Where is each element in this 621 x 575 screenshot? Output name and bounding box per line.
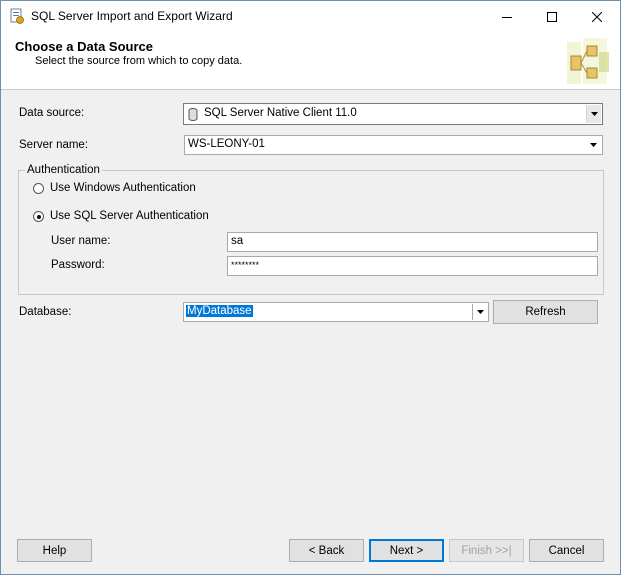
database-label: Database: <box>19 306 72 318</box>
database-value: MyDatabase <box>186 305 253 317</box>
chevron-down-icon <box>476 310 484 314</box>
minimize-icon <box>501 16 512 18</box>
wizard-app-icon <box>10 8 24 24</box>
data-source-value: SQL Server Native Client 11.0 <box>204 107 357 119</box>
password-input[interactable]: ******** <box>227 256 598 276</box>
password-value: ******** <box>231 260 260 270</box>
windows-auth-label[interactable]: Use Windows Authentication <box>50 182 196 194</box>
maximize-button[interactable] <box>529 1 574 32</box>
maximize-icon <box>546 11 557 22</box>
user-name-input[interactable]: sa <box>227 232 598 252</box>
database-icon <box>188 108 198 121</box>
data-source-dropdown-arrow[interactable] <box>586 105 601 123</box>
sql-auth-radio[interactable] <box>33 211 44 222</box>
wizard-banner-icon <box>567 38 609 84</box>
database-combobox[interactable]: MyDatabase <box>183 302 489 322</box>
authentication-group-title: Authentication <box>25 164 102 176</box>
window-title: SQL Server Import and Export Wizard <box>31 9 233 23</box>
title-bar[interactable]: SQL Server Import and Export Wizard <box>1 1 620 32</box>
database-dropdown-arrow[interactable] <box>472 304 487 320</box>
data-source-dropdown[interactable]: SQL Server Native Client 11.0 <box>183 103 603 125</box>
server-name-label: Server name: <box>19 139 89 151</box>
page-subtitle: Select the source from which to copy dat… <box>35 55 243 67</box>
minimize-button[interactable] <box>484 1 529 32</box>
page-title: Choose a Data Source <box>15 39 153 54</box>
close-button[interactable] <box>574 1 619 32</box>
radio-selected-dot <box>36 214 41 219</box>
wizard-header: Choose a Data Source Select the source f… <box>1 32 620 90</box>
chevron-down-icon <box>590 112 598 116</box>
server-name-combobox[interactable]: WS-LEONY-01 <box>184 135 603 155</box>
finish-button[interactable]: Finish >>| <box>449 539 524 562</box>
user-name-label: User name: <box>51 235 111 247</box>
sql-auth-label[interactable]: Use SQL Server Authentication <box>50 210 209 222</box>
server-name-dropdown-arrow[interactable] <box>586 137 601 153</box>
help-button[interactable]: Help <box>17 539 92 562</box>
password-label: Password: <box>51 259 105 271</box>
next-button[interactable]: Next > <box>369 539 444 562</box>
user-name-value: sa <box>231 235 244 247</box>
back-button[interactable]: < Back <box>289 539 364 562</box>
server-name-value: WS-LEONY-01 <box>188 138 265 150</box>
refresh-button[interactable]: Refresh <box>493 300 598 324</box>
chevron-down-icon <box>590 143 597 147</box>
data-source-label: Data source: <box>19 107 85 119</box>
close-icon <box>591 11 602 22</box>
windows-auth-radio[interactable] <box>33 183 44 194</box>
cancel-button[interactable]: Cancel <box>529 539 604 562</box>
wizard-window: SQL Server Import and Export Wizard Choo… <box>0 0 621 575</box>
